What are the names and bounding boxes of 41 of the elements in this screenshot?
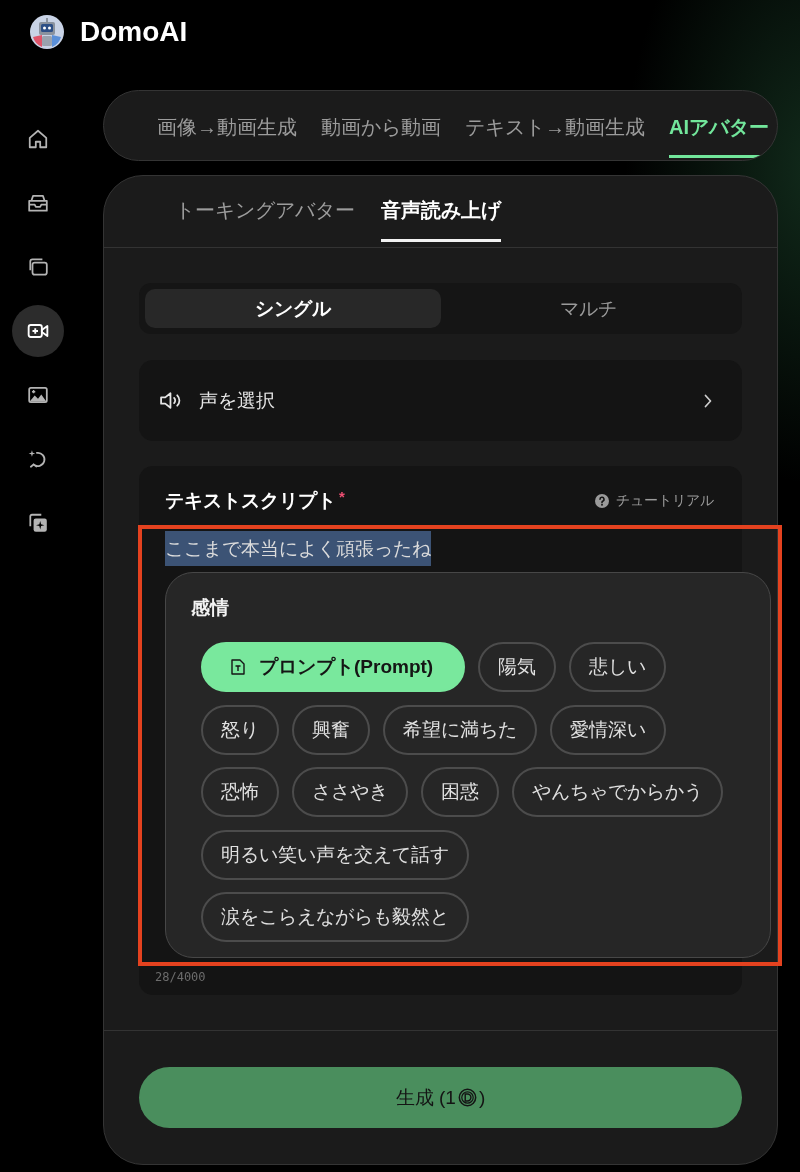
chevron-right-icon	[704, 393, 712, 408]
emotion-chip[interactable]: 恐怖	[201, 767, 279, 817]
tray-icon	[27, 192, 49, 214]
tutorial-link[interactable]: チュートリアル	[595, 492, 714, 510]
robot-logo-icon	[30, 15, 64, 49]
emotion-chip[interactable]: 陽気	[478, 642, 557, 692]
coin-icon	[457, 1088, 477, 1107]
emotion-chip[interactable]: やんちゃでからかう	[512, 767, 723, 817]
required-mark: *	[339, 488, 345, 506]
emotion-chip[interactable]: 希望に満ちた	[383, 704, 537, 755]
mode-tab[interactable]: AIアバター	[669, 91, 769, 158]
emotion-chip[interactable]: 興奮	[292, 704, 370, 755]
emotion-chip[interactable]: 怒り	[201, 704, 279, 755]
image-icon	[27, 384, 49, 406]
speaker-mode-option[interactable]: シングル	[145, 289, 441, 328]
nav-button[interactable]	[12, 305, 64, 357]
avatar-tab[interactable]: トーキングアバター	[175, 176, 355, 242]
home-icon	[27, 128, 49, 150]
emotion-title: 感情	[191, 596, 229, 620]
voice-select-button[interactable]: 声を選択	[139, 360, 742, 441]
brand-name: DomoAI	[80, 18, 188, 46]
emotion-chip[interactable]: 悲しい	[569, 642, 667, 692]
mode-tab[interactable]: 動画から動画	[321, 91, 441, 158]
generate-button[interactable]: 生成 (1 )	[139, 1067, 742, 1128]
script-text-field[interactable]: ここまで本当によく頑張ったね	[165, 531, 431, 566]
stacked-cards-icon	[27, 256, 49, 278]
emotion-chip[interactable]: ささやき	[292, 767, 408, 817]
speaker-mode-option[interactable]: マルチ	[440, 289, 736, 328]
avatar-tab[interactable]: 音声読み上げ	[381, 176, 501, 242]
stacked-sparkle-icon	[27, 512, 49, 534]
emotion-chip[interactable]: 困惑	[421, 767, 499, 817]
text-document-icon	[231, 659, 245, 675]
emotion-chip[interactable]: 明るい笑い声を交えて話す	[201, 829, 469, 880]
mode-tab[interactable]: 画像→動画生成	[157, 91, 297, 158]
character-counter: 28/4000	[155, 969, 206, 985]
script-title: テキストスクリプト	[165, 489, 336, 513]
emotion-chip[interactable]: 涙をこらえながらも毅然と	[201, 892, 469, 942]
prompt-chip[interactable]: プロンプト(Prompt)	[201, 642, 466, 692]
emotion-chip[interactable]: 愛情深い	[550, 704, 666, 755]
mode-tab[interactable]: テキスト→動画生成	[465, 91, 645, 158]
help-icon	[595, 494, 609, 508]
